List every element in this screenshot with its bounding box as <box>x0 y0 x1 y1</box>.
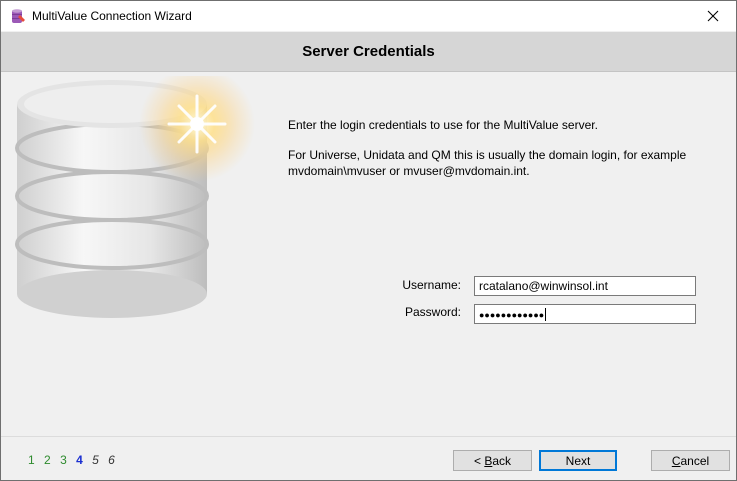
wizard-footer: 1 2 3 4 5 6 < Back Next Cancel <box>1 436 736 480</box>
cancel-accel: C <box>671 453 681 468</box>
page-header: Server Credentials <box>1 32 736 72</box>
step-indicator: 1 2 3 4 5 6 <box>28 453 121 467</box>
step-1: 1 <box>28 453 35 467</box>
text-caret <box>545 308 547 322</box>
cancel-rest: ancel <box>680 453 710 468</box>
step-6: 6 <box>108 453 115 467</box>
intro-line-2: For Universe, Unidata and QM this is usu… <box>288 148 687 178</box>
database-wizard-icon <box>12 9 25 23</box>
step-5: 5 <box>92 453 99 467</box>
cancel-button[interactable]: Cancel <box>651 450 730 471</box>
intro-text: Enter the login credentials to use for t… <box>288 117 708 193</box>
wizard-window: MultiValue Connection Wizard Server Cred… <box>0 0 737 481</box>
step-3: 3 <box>60 453 67 467</box>
back-rest: ack <box>492 453 512 468</box>
window-title: MultiValue Connection Wizard <box>32 9 192 23</box>
username-field[interactable]: rcatalano@winwinsol.int <box>474 276 696 296</box>
username-label: Username: <box>402 278 461 292</box>
step-4: 4 <box>76 453 83 467</box>
next-button[interactable]: Next <box>539 450 617 471</box>
next-label: Next <box>565 453 591 468</box>
back-button[interactable]: < Back <box>453 450 532 471</box>
password-label: Password: <box>404 305 461 319</box>
page-title: Server Credentials <box>302 43 435 60</box>
database-illustration <box>15 76 255 318</box>
close-button[interactable] <box>690 1 736 31</box>
wizard-content: Enter the login credentials to use for t… <box>1 72 736 436</box>
back-prefix: < <box>473 453 485 468</box>
intro-line-1: Enter the login credentials to use for t… <box>288 118 598 132</box>
title-bar[interactable]: MultiValue Connection Wizard <box>1 1 736 31</box>
password-value: ●●●●●●●●●●●● <box>479 310 545 320</box>
close-icon <box>707 10 719 22</box>
back-accel: B <box>484 453 493 468</box>
username-value: rcatalano@winwinsol.int <box>479 279 608 293</box>
step-2: 2 <box>44 453 51 467</box>
password-field[interactable]: ●●●●●●●●●●●● <box>474 304 696 324</box>
